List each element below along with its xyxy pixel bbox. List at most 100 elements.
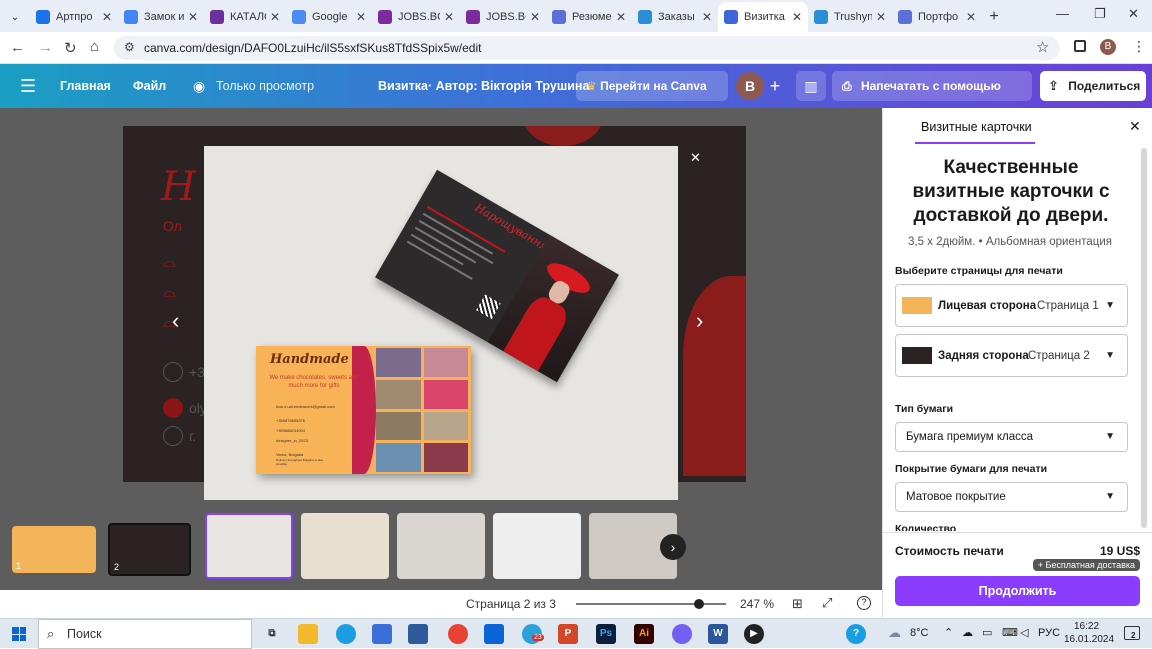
tab-close-icon[interactable]: ✕ bbox=[270, 10, 280, 24]
zoom-slider-knob[interactable] bbox=[694, 599, 704, 609]
cloud-tray-icon[interactable]: ☁ bbox=[962, 626, 973, 639]
browser-tab[interactable]: JOBS.BG ✕ bbox=[372, 2, 460, 32]
pen-app-icon[interactable] bbox=[408, 624, 428, 644]
hamburger-menu-icon[interactable]: ☰ bbox=[20, 64, 36, 108]
word-icon[interactable]: W bbox=[708, 624, 728, 644]
media-player-icon[interactable]: ▶ bbox=[744, 624, 764, 644]
tab-close-icon[interactable]: ✕ bbox=[792, 10, 802, 24]
browser-tab[interactable]: Портфо ✕ bbox=[892, 2, 982, 32]
view-only-label[interactable]: Только просмотр bbox=[216, 64, 314, 108]
tab-close-icon[interactable]: ✕ bbox=[102, 10, 112, 24]
tab-close-icon[interactable]: ✕ bbox=[702, 10, 712, 24]
forward-icon[interactable]: → bbox=[38, 39, 53, 56]
user-avatar[interactable]: В bbox=[736, 72, 764, 100]
reload-icon[interactable]: ↻ bbox=[64, 39, 77, 57]
next-mockup-arrow[interactable]: › bbox=[696, 308, 703, 334]
close-preview-icon[interactable]: ✕ bbox=[690, 150, 701, 166]
front-side-select[interactable]: Лицевая сторона Страница 1 ▼ bbox=[895, 284, 1128, 327]
mockup-thumb-1[interactable] bbox=[205, 513, 293, 579]
tab-close-icon[interactable]: ✕ bbox=[876, 10, 886, 24]
back-side-select[interactable]: Задняя сторона Страница 2 ▼ bbox=[895, 334, 1128, 377]
back-icon[interactable]: ← bbox=[10, 39, 25, 56]
chrome-icon[interactable] bbox=[448, 624, 468, 644]
home-button[interactable]: Главная bbox=[60, 64, 111, 108]
close-window-icon[interactable]: ✕ bbox=[1128, 6, 1139, 22]
windows-start-icon[interactable] bbox=[12, 627, 26, 641]
tab-close-icon[interactable]: ✕ bbox=[188, 10, 198, 24]
tray-chevron-icon[interactable]: ⌃ bbox=[944, 626, 953, 639]
tab-title: Заказы bbox=[658, 11, 695, 23]
tab-list-dropdown[interactable]: ⌄ bbox=[0, 2, 30, 32]
profile-avatar[interactable]: В bbox=[1100, 39, 1116, 55]
file-explorer-icon[interactable] bbox=[298, 624, 318, 644]
powerpoint-icon[interactable]: P bbox=[558, 624, 578, 644]
photoshop-icon[interactable]: Ps bbox=[596, 624, 616, 644]
clock-time[interactable]: 16:22 bbox=[1074, 621, 1099, 632]
thumbnail-page-1[interactable]: 1 bbox=[12, 526, 96, 573]
mockup-thumb-3[interactable] bbox=[397, 513, 485, 579]
sidebar-icon[interactable] bbox=[1074, 40, 1086, 52]
bookmark-star-icon[interactable]: ☆ bbox=[1036, 38, 1049, 56]
browser-tab[interactable]: Визитка ✕ bbox=[718, 2, 808, 32]
tab-close-icon[interactable]: ✕ bbox=[616, 10, 626, 24]
tab-close-icon[interactable]: ✕ bbox=[966, 10, 976, 24]
file-menu-button[interactable]: Файл bbox=[133, 64, 166, 108]
clock-date[interactable]: 16.01.2024 bbox=[1064, 634, 1114, 645]
fullscreen-icon[interactable]: ⤢ bbox=[822, 595, 832, 611]
panel-scrollbar[interactable] bbox=[1141, 148, 1147, 528]
document-title[interactable]: Визитка· Автор: Вікторія Трушина bbox=[378, 64, 589, 108]
mockup-thumb-4[interactable] bbox=[493, 513, 581, 579]
language-indicator[interactable]: РУС bbox=[1038, 627, 1060, 639]
store-icon[interactable] bbox=[372, 624, 392, 644]
help-icon[interactable]: ? bbox=[857, 596, 871, 610]
tab-close-icon[interactable]: ✕ bbox=[444, 10, 454, 24]
grid-view-icon[interactable]: ⊞ bbox=[792, 596, 803, 612]
new-tab-button[interactable]: + bbox=[982, 2, 1006, 32]
continue-button[interactable]: Продолжить bbox=[895, 576, 1140, 606]
tab-close-icon[interactable]: ✕ bbox=[356, 10, 366, 24]
volume-icon[interactable]: ◁ bbox=[1020, 626, 1028, 639]
close-panel-icon[interactable]: ✕ bbox=[1129, 118, 1141, 135]
coating-select[interactable]: Матовое покрытие ▼ bbox=[895, 482, 1128, 512]
canva-pro-button[interactable]: ♛ Перейти на Canva Pro bbox=[576, 71, 728, 123]
mockup-thumb-2[interactable] bbox=[301, 513, 389, 579]
zoom-level[interactable]: 247 % bbox=[740, 597, 774, 611]
help-app-icon[interactable]: ? bbox=[846, 624, 866, 644]
browser-tab[interactable]: Google ✕ bbox=[286, 2, 372, 32]
page-indicator[interactable]: Страница 2 из 3 bbox=[466, 597, 556, 611]
maximize-icon[interactable]: ❐ bbox=[1094, 6, 1106, 22]
edge-icon[interactable] bbox=[336, 624, 356, 644]
thumbnail-page-2[interactable]: 2 bbox=[108, 523, 191, 576]
browser-tab[interactable]: JOBS.BG ✕ bbox=[460, 2, 546, 32]
battery-icon[interactable]: ▭ bbox=[982, 626, 992, 639]
card-front-phone1: +359876655376 bbox=[276, 418, 306, 423]
illustrator-icon[interactable]: Ai bbox=[634, 624, 654, 644]
browser-tab[interactable]: Заказы ✕ bbox=[632, 2, 718, 32]
browser-tab[interactable]: Резюме ✕ bbox=[546, 2, 632, 32]
url-field[interactable]: canva.com/design/DAFO0LzuiHc/ilS5sxfSKus… bbox=[114, 36, 1060, 60]
paper-type-select[interactable]: Бумага премиум класса ▼ bbox=[895, 422, 1128, 452]
panel-tab[interactable]: Визитные карточки bbox=[921, 120, 1032, 134]
share-button[interactable]: ⇪ Поделиться bbox=[1040, 71, 1146, 101]
analytics-icon[interactable]: ▥ bbox=[796, 71, 826, 101]
network-icon[interactable]: ⌨ bbox=[1002, 626, 1018, 639]
viber-icon[interactable] bbox=[672, 624, 692, 644]
browser-menu-icon[interactable]: ⋮ bbox=[1132, 38, 1146, 55]
tab-close-icon[interactable]: ✕ bbox=[530, 10, 540, 24]
minimize-icon[interactable]: — bbox=[1056, 6, 1069, 21]
task-view-icon[interactable]: ⧉ bbox=[262, 624, 282, 644]
weather-temp[interactable]: 8°C bbox=[910, 627, 928, 639]
browser-tab[interactable]: Trushyn ✕ bbox=[808, 2, 892, 32]
home-icon[interactable]: ⌂ bbox=[90, 38, 99, 55]
prev-mockup-arrow[interactable]: ‹ bbox=[172, 308, 179, 334]
add-collaborator-icon[interactable]: + bbox=[764, 72, 786, 100]
browser-tab[interactable]: Артпро ✕ bbox=[30, 2, 118, 32]
browser-tab[interactable]: Замок и ✕ bbox=[118, 2, 204, 32]
print-with-canva-button[interactable]: ⎙ Напечатать с помощью Canva bbox=[832, 71, 1032, 123]
taskbar-search-box[interactable]: ⌕ Поиск bbox=[38, 619, 252, 649]
mail-app-icon[interactable] bbox=[484, 624, 504, 644]
site-info-icon[interactable]: ⚙ bbox=[124, 40, 135, 54]
browser-tab[interactable]: КАТАЛС ✕ bbox=[204, 2, 286, 32]
chevron-down-icon: ▼ bbox=[1105, 491, 1115, 502]
thumbnails-next-icon[interactable]: › bbox=[660, 534, 686, 560]
